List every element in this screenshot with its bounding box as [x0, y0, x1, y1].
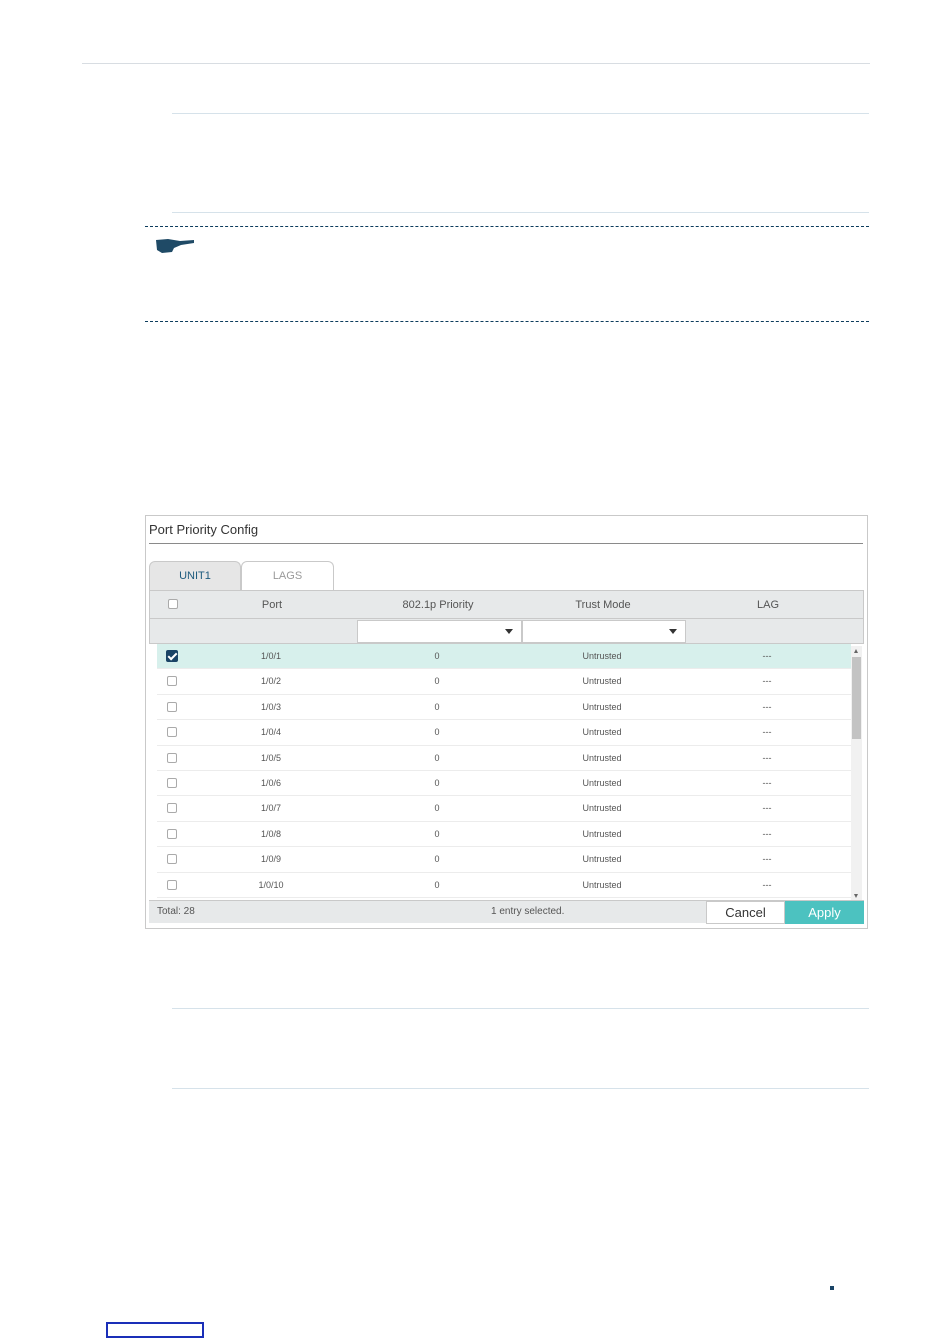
- tab-unit1[interactable]: UNIT1: [149, 561, 241, 590]
- lag-cell: ---: [762, 854, 772, 865]
- trust-cell: Untrusted: [582, 777, 622, 788]
- priority-cell: 0: [434, 727, 440, 738]
- panel-title-rule: [149, 543, 863, 544]
- panel-title: Port Priority Config: [149, 522, 259, 537]
- column-header-lag[interactable]: LAG: [686, 591, 850, 619]
- divider: [172, 113, 869, 114]
- port-priority-config-panel: Port Priority Config UNIT1 LAGS Port 802…: [145, 515, 868, 929]
- lag-cell: ---: [762, 752, 772, 763]
- lag-cell: ---: [762, 676, 772, 687]
- table-row[interactable]: 1/0/2 0 Untrusted ---: [157, 669, 851, 695]
- row-checkbox[interactable]: [167, 701, 177, 712]
- trust-cell: Untrusted: [582, 854, 622, 865]
- port-cell: 1/0/5: [260, 752, 282, 763]
- apply-button[interactable]: Apply: [785, 901, 864, 924]
- row-checkbox[interactable]: [167, 727, 177, 738]
- row-checkbox[interactable]: [167, 879, 177, 890]
- row-checkbox[interactable]: [167, 752, 177, 763]
- trust-cell: Untrusted: [582, 752, 622, 763]
- priority-cell: 0: [434, 701, 440, 712]
- column-header-trust-mode[interactable]: Trust Mode: [521, 591, 685, 619]
- port-cell: 1/0/2: [260, 676, 282, 687]
- table-row[interactable]: 1/0/4 0 Untrusted ---: [157, 720, 851, 746]
- port-cell: 1/0/9: [260, 854, 282, 865]
- row-checkbox[interactable]: [167, 777, 177, 788]
- table-header: Port 802.1p Priority Trust Mode LAG: [149, 590, 864, 618]
- note-border-bottom: [145, 321, 869, 322]
- trust-cell: Untrusted: [582, 676, 622, 687]
- port-cell: 1/0/6: [260, 777, 282, 788]
- lag-cell: ---: [762, 727, 772, 738]
- scroll-up-icon[interactable]: [854, 649, 858, 653]
- priority-cell: 0: [434, 676, 440, 687]
- table-scrollbar[interactable]: [851, 646, 862, 900]
- row-checkbox[interactable]: [167, 828, 177, 839]
- chevron-down-icon: [669, 629, 677, 634]
- table-row[interactable]: 1/0/6 0 Untrusted ---: [157, 771, 851, 797]
- divider: [172, 1088, 869, 1089]
- priority-cell: 0: [434, 803, 440, 814]
- trust-cell: Untrusted: [582, 803, 622, 814]
- port-cell: 1/0/8: [260, 828, 282, 839]
- priority-cell: 0: [434, 752, 440, 763]
- lag-cell: ---: [762, 777, 772, 788]
- trust-cell: Untrusted: [582, 828, 622, 839]
- priority-cell: 0: [434, 879, 440, 890]
- port-cell: 1/0/7: [260, 803, 282, 814]
- row-checkbox[interactable]: [166, 650, 178, 662]
- column-header-priority[interactable]: 802.1p Priority: [356, 591, 520, 619]
- pointing-hand-icon: [156, 239, 194, 253]
- port-cell: 1/0/10: [258, 879, 284, 890]
- table-row[interactable]: 1/0/1 0 Untrusted ---: [157, 644, 851, 670]
- scrollbar-thumb[interactable]: [852, 657, 861, 739]
- scroll-down-icon[interactable]: [854, 894, 858, 898]
- trust-cell: Untrusted: [582, 879, 622, 890]
- select-all-checkbox[interactable]: [168, 599, 178, 609]
- trust-cell: Untrusted: [582, 727, 622, 738]
- header-rule: [82, 63, 870, 64]
- trust-mode-select[interactable]: [522, 620, 686, 643]
- tab-lags[interactable]: LAGS: [241, 561, 334, 590]
- table-row[interactable]: 1/0/7 0 Untrusted ---: [157, 796, 851, 822]
- divider: [172, 1008, 869, 1009]
- total-count: Total: 28: [157, 906, 195, 917]
- row-checkbox[interactable]: [167, 803, 177, 814]
- port-cell: 1/0/3: [260, 701, 282, 712]
- lag-cell: ---: [762, 701, 772, 712]
- divider: [172, 212, 869, 213]
- table-body: 1/0/1 0 Untrusted --- 1/0/2 0 Untrusted …: [157, 644, 851, 900]
- column-header-port[interactable]: Port: [199, 591, 345, 619]
- trust-cell: Untrusted: [582, 701, 622, 712]
- chevron-down-icon: [505, 629, 513, 634]
- trust-cell: Untrusted: [582, 651, 622, 661]
- table-footer: Total: 28 1 entry selected. Cancel Apply: [149, 900, 864, 924]
- port-cell: 1/0/1: [260, 651, 282, 661]
- row-checkbox[interactable]: [167, 676, 177, 687]
- navigation-link-box[interactable]: [106, 1322, 204, 1338]
- lag-cell: ---: [762, 879, 772, 890]
- lag-cell: ---: [762, 803, 772, 814]
- priority-cell: 0: [434, 828, 440, 839]
- port-cell: 1/0/4: [260, 727, 282, 738]
- priority-cell: 0: [434, 651, 440, 661]
- cancel-button[interactable]: Cancel: [706, 901, 785, 924]
- lag-cell: ---: [762, 828, 772, 839]
- page-marker: [830, 1286, 834, 1290]
- table-row[interactable]: 1/0/5 0 Untrusted ---: [157, 746, 851, 771]
- table-row[interactable]: 1/0/8 0 Untrusted ---: [157, 822, 851, 848]
- priority-cell: 0: [434, 854, 440, 865]
- filter-row: [149, 618, 864, 644]
- table-row[interactable]: 1/0/9 0 Untrusted ---: [157, 847, 851, 873]
- note-border-top: [145, 226, 869, 227]
- selection-status: 1 entry selected.: [491, 906, 565, 917]
- lag-cell: ---: [762, 651, 772, 661]
- table-row[interactable]: 1/0/3 0 Untrusted ---: [157, 695, 851, 721]
- table-row[interactable]: 1/0/10 0 Untrusted ---: [157, 873, 851, 898]
- priority-cell: 0: [434, 777, 440, 788]
- row-checkbox[interactable]: [167, 854, 177, 865]
- priority-select[interactable]: [357, 620, 522, 643]
